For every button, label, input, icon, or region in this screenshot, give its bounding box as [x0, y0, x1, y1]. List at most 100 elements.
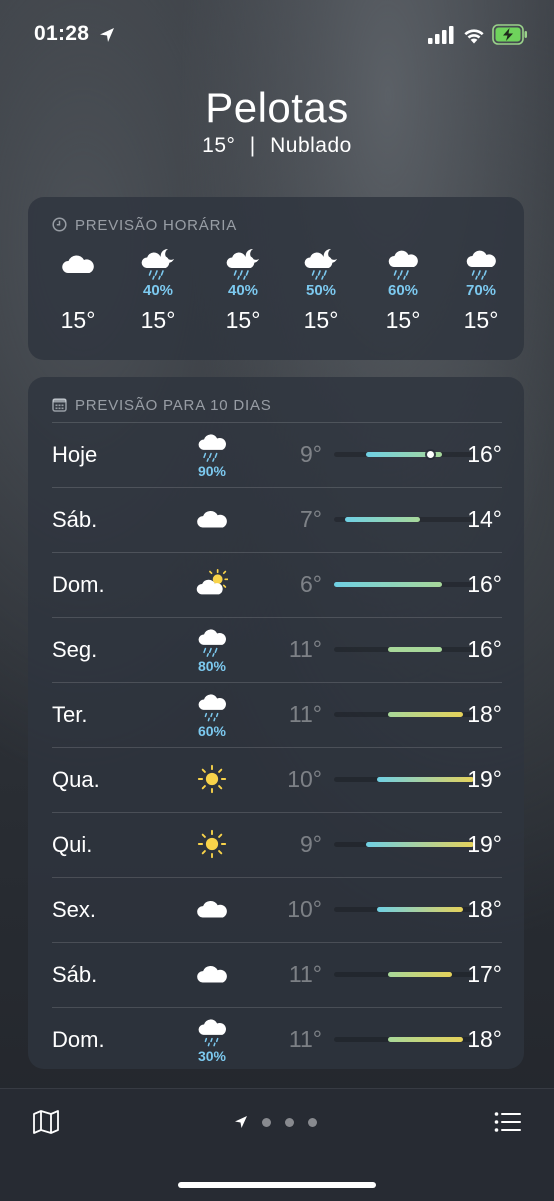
- cellular-signal-icon: [428, 26, 454, 44]
- page-dot[interactable]: [262, 1117, 271, 1127]
- temperature-range-bar: [334, 582, 442, 587]
- wifi-icon: [464, 29, 484, 44]
- home-indicator[interactable]: [178, 1182, 376, 1188]
- day-name: Sáb.: [52, 961, 98, 987]
- day-low-temperature: 11°: [288, 701, 322, 727]
- daily-forecast-row[interactable]: Qua. 10° 19°: [52, 747, 502, 812]
- day-condition: 90%: [182, 422, 242, 487]
- temperature-range-bar: [344, 517, 421, 522]
- daily-forecast-row[interactable]: Qui. 9° 19°: [52, 812, 502, 877]
- sun-icon: [197, 764, 227, 794]
- ten-day-forecast-card[interactable]: PREVISÃO PARA 10 DIAS Hoje 90% 9° 16° Sá…: [28, 377, 524, 1069]
- day-high-temperature: 18°: [467, 1026, 502, 1052]
- ten-day-forecast-title-text: PREVISÃO PARA 10 DIAS: [75, 397, 272, 414]
- cloud-sun-icon: [196, 569, 228, 595]
- day-name: Sex.: [52, 896, 97, 922]
- daily-forecast-row[interactable]: Ter. 60% 11° 18°: [52, 682, 502, 747]
- page-dot[interactable]: [308, 1117, 317, 1127]
- day-name: Hoje: [52, 441, 98, 467]
- daily-forecast-row[interactable]: Dom. 30% 11° 18°: [52, 1007, 502, 1072]
- hourly-precipitation: 70%: [465, 282, 497, 299]
- list-icon[interactable]: [494, 1111, 522, 1133]
- daily-forecast-row[interactable]: Dom. 6° 16°: [52, 552, 502, 617]
- calendar-icon: [52, 398, 67, 412]
- cloud-drizzle-icon: [198, 694, 226, 722]
- day-precipitation: 90%: [197, 463, 227, 479]
- day-low-temperature: 11°: [288, 636, 322, 662]
- hourly-item: 70% 15°: [446, 247, 516, 334]
- hourly-forecast-title: PREVISÃO HORÁRIA: [52, 217, 237, 234]
- temperature-range-track: [334, 1037, 474, 1042]
- day-low-temperature: 9°: [300, 831, 322, 857]
- daily-forecast-row[interactable]: Hoje 90% 9° 16°: [52, 422, 502, 487]
- temperature-range-bar: [377, 777, 474, 782]
- hourly-item: 40% 15°: [208, 247, 278, 334]
- temperature-range-bar: [366, 842, 474, 847]
- temperature-range-track: [334, 517, 474, 522]
- day-condition: [182, 552, 242, 617]
- battery-charging-icon: [492, 24, 527, 45]
- location-header: Pelotas 15° | Nublado: [0, 84, 554, 158]
- temperature-range-bar: [377, 907, 464, 912]
- hourly-temperature: 15°: [303, 307, 339, 333]
- temperature-range-track: [334, 582, 474, 587]
- day-condition: 80%: [182, 617, 242, 682]
- clock-icon: [52, 217, 67, 232]
- sun-icon: [197, 829, 227, 859]
- day-high-temperature: 18°: [467, 701, 502, 727]
- current-summary: 15° | Nublado: [0, 134, 554, 158]
- hourly-icon-wrap: [123, 247, 193, 281]
- ten-day-forecast-title: PREVISÃO PARA 10 DIAS: [52, 397, 272, 414]
- day-low-temperature: 10°: [287, 896, 322, 922]
- cloud-icon: [62, 255, 94, 273]
- hourly-item: 15°: [43, 247, 113, 334]
- cloud-icon: [197, 965, 227, 983]
- day-high-temperature: 17°: [467, 961, 502, 987]
- day-condition: [182, 942, 242, 1007]
- day-name: Qua.: [52, 766, 100, 792]
- day-high-temperature: 16°: [467, 571, 502, 597]
- summary-separator: |: [249, 134, 256, 157]
- day-condition: [182, 747, 242, 812]
- hourly-precipitation: 50%: [305, 282, 337, 299]
- hourly-icon-wrap: [208, 247, 278, 281]
- daily-forecast-row[interactable]: Seg. 80% 11° 16°: [52, 617, 502, 682]
- current-temperature: 15°: [202, 134, 236, 157]
- cloud-icon: [197, 900, 227, 918]
- status-time: 01:28: [34, 22, 90, 45]
- hourly-item: 40% 15°: [123, 247, 193, 334]
- temperature-range-track: [334, 451, 474, 458]
- hourly-forecast-title-text: PREVISÃO HORÁRIA: [75, 217, 238, 234]
- day-name: Qui.: [52, 831, 93, 857]
- day-name: Dom.: [52, 571, 105, 597]
- day-high-temperature: 18°: [467, 896, 502, 922]
- status-bar: 01:28: [0, 0, 554, 72]
- day-condition: 60%: [182, 682, 242, 747]
- temperature-range-track: [334, 647, 474, 652]
- hourly-precipitation: 60%: [387, 282, 419, 299]
- daily-forecast-row[interactable]: Sex. 10° 18°: [52, 877, 502, 942]
- cloud-moon-rain-icon: [226, 248, 259, 280]
- hourly-temperature: 15°: [225, 307, 261, 333]
- current-location-page-icon[interactable]: [234, 1115, 248, 1129]
- page-indicator[interactable]: [234, 1115, 317, 1129]
- daily-forecast-row[interactable]: Sáb. 7° 14°: [52, 487, 502, 552]
- cloud-drizzle-icon: [198, 1019, 226, 1047]
- temperature-range-track: [334, 972, 474, 977]
- hourly-item: 60% 15°: [368, 247, 438, 334]
- day-condition: 30%: [182, 1007, 242, 1072]
- day-name: Ter.: [52, 701, 88, 727]
- hourly-temperature: 15°: [385, 307, 421, 333]
- temperature-range-bar: [387, 647, 442, 652]
- hourly-precipitation: 40%: [142, 282, 174, 299]
- day-precipitation: 80%: [197, 658, 227, 674]
- temperature-range-track: [334, 777, 474, 782]
- page-dot[interactable]: [285, 1117, 294, 1127]
- day-low-temperature: 11°: [288, 1026, 322, 1052]
- map-icon[interactable]: [32, 1109, 60, 1135]
- hourly-forecast-card[interactable]: PREVISÃO HORÁRIA 15° 40% 15° 40% 15° 50%…: [28, 197, 524, 360]
- daily-forecast-row[interactable]: Sáb. 11° 17°: [52, 942, 502, 1007]
- day-low-temperature: 7°: [300, 506, 322, 532]
- temperature-range-track: [334, 842, 474, 847]
- day-name: Dom.: [52, 1026, 105, 1052]
